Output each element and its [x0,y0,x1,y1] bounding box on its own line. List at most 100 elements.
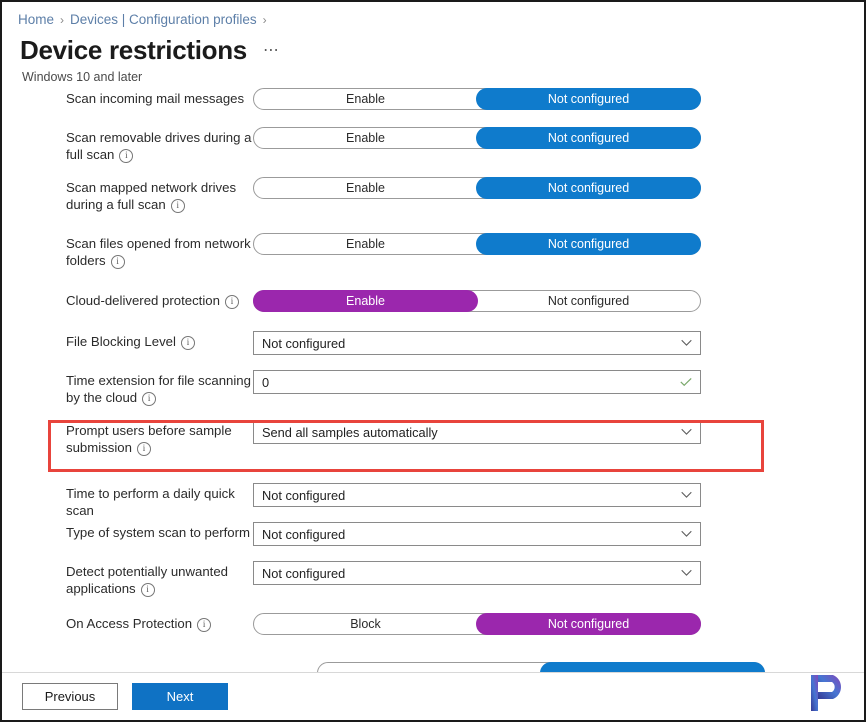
segmented-option-left[interactable]: Enable [254,291,477,311]
setting-control: Enable Not configured [252,88,864,110]
info-icon[interactable]: i [142,392,157,406]
segmented-option-right[interactable]: Not configured [477,614,700,634]
next-button[interactable]: Next [132,683,228,710]
dropdown-value: Not configured [262,487,346,503]
info-icon[interactable]: i [110,255,125,269]
setting-label-text: Time extension for file scanning by the … [66,373,251,405]
segmented-toggle[interactable]: Enable Not configured [253,233,701,255]
breadcrumb-item-devices-configuration-profiles[interactable]: Devices | Configuration profiles [70,12,257,27]
setting-control: Enable Not configured [252,127,864,149]
setting-label: Type of system scan to perform [2,522,252,541]
info-icon[interactable]: i [180,336,195,350]
segmented-toggle[interactable]: Enable Not configured [253,290,701,312]
more-options-icon[interactable]: ⋯ [263,40,280,66]
segmented-toggle[interactable]: Enable Not configured [253,88,701,110]
setting-control: Enable Not configured [252,290,864,312]
dropdown-select[interactable]: Send all samples automatically [253,420,701,444]
segmented-option-right[interactable]: Not configured [477,178,700,198]
breadcrumb: Home › Devices | Configuration profiles … [18,12,267,27]
setting-label-text: Scan incoming mail messages [66,91,245,106]
setting-label: Time extension for file scanning by the … [2,370,252,406]
dropdown-value: Not configured [262,565,346,581]
setting-control: Enable Not configured [252,177,864,199]
text-input-value: 0 [262,374,270,390]
info-icon[interactable]: i [170,199,185,213]
segmented-toggle[interactable]: Enable Not configured [253,127,701,149]
setting-row: File Blocking Level i Not configured [2,331,864,365]
page-subtitle: Windows 10 and later [22,70,143,84]
segmented-option-left[interactable]: Block [254,614,477,634]
segmented-toggle[interactable]: Block Not configured [253,613,701,635]
setting-label-text: File Blocking Level [66,334,176,349]
page-header: Device restrictions ⋯ [20,35,280,66]
setting-row: Scan incoming mail messages Enable Not con… [2,88,864,122]
setting-label-text: Time to perform a daily quick scan [66,486,235,518]
segmented-option-left[interactable]: Enable [254,178,477,198]
info-icon[interactable]: i [224,295,239,309]
device-restrictions-page: Home › Devices | Configuration profiles … [2,2,864,720]
segmented-toggle[interactable]: Enable Not configured [253,177,701,199]
setting-row: Type of system scan to perform Not config… [2,522,864,556]
setting-label-text: Scan files opened from network folders [66,236,251,268]
info-icon[interactable]: i [119,149,134,163]
segmented-option-right[interactable]: Not configured [477,234,700,254]
setting-control: 0 [252,370,864,394]
setting-label: Prompt users before sample submission i [2,420,252,456]
setting-label: On Access Protection i [2,613,252,632]
dropdown-value: Send all samples automatically [262,424,438,440]
setting-control: Enable Not configured [252,233,864,255]
segmented-option-left[interactable]: Enable [254,128,477,148]
segmented-option-left[interactable]: Enable [254,234,477,254]
chevron-down-icon [681,491,692,498]
setting-row: Prompt users before sample submission i Se… [2,420,864,456]
setting-control: Block Not configured [252,613,864,635]
setting-label-text: Cloud-delivered protection [66,293,220,308]
wizard-footer: Previous Next [2,672,864,720]
chevron-down-icon [681,339,692,346]
watermark-logo [808,672,852,714]
setting-label-text: Type of system scan to perform [66,525,250,540]
info-icon[interactable]: i [136,442,151,456]
setting-control: Not configured [252,522,864,546]
dropdown-value: Not configured [262,526,346,542]
breadcrumb-item-home[interactable]: Home [18,12,54,27]
setting-label-text: On Access Protection [66,616,193,631]
setting-control: Not configured [252,561,864,585]
setting-label: Scan files opened from network folders i [2,233,252,269]
setting-label: Scan removable drives during a full scan… [2,127,252,163]
setting-row: Time to perform a daily quick scan Not co… [2,483,864,519]
setting-row: Scan files opened from network folders i E… [2,233,864,269]
setting-row: On Access Protection i Block Not configured [2,613,864,647]
segmented-option-right[interactable]: Not configured [477,128,700,148]
setting-label-text: Scan mapped network drives during a full… [66,180,237,212]
setting-control: Send all samples automatically [252,420,864,444]
setting-label-text: Scan removable drives during a full scan [66,130,252,162]
breadcrumb-separator-icon: › [262,12,267,27]
previous-button[interactable]: Previous [22,683,118,710]
setting-row: Cloud-delivered protection i Enable Not con… [2,290,864,324]
breadcrumb-separator-icon: › [60,12,65,27]
dropdown-select[interactable]: Not configured [253,522,701,546]
setting-row: Scan mapped network drives during a full… [2,177,864,213]
dropdown-value: Not configured [262,335,346,351]
dropdown-select[interactable]: Not configured [253,331,701,355]
info-icon[interactable]: i [197,618,212,632]
setting-label: Scan incoming mail messages [2,88,252,107]
setting-row: Scan removable drives during a full scan… [2,127,864,163]
chevron-down-icon [681,530,692,537]
setting-row: Time extension for file scanning by the … [2,370,864,406]
page-title: Device restrictions [20,35,247,65]
dropdown-select[interactable]: Not configured [253,483,701,507]
setting-label: File Blocking Level i [2,331,252,350]
segmented-option-right[interactable]: Not configured [477,89,700,109]
setting-label: Time to perform a daily quick scan [2,483,252,519]
setting-label: Cloud-delivered protection i [2,290,252,309]
dropdown-select[interactable]: Not configured [253,561,701,585]
setting-label: Detect potentially unwanted applications… [2,561,252,597]
segmented-option-right[interactable]: Not configured [477,291,700,311]
segmented-option-left[interactable]: Enable [254,89,477,109]
info-icon[interactable]: i [140,583,155,597]
text-input[interactable]: 0 [253,370,701,394]
chevron-down-icon [681,428,692,435]
setting-row: Detect potentially unwanted applications… [2,561,864,597]
